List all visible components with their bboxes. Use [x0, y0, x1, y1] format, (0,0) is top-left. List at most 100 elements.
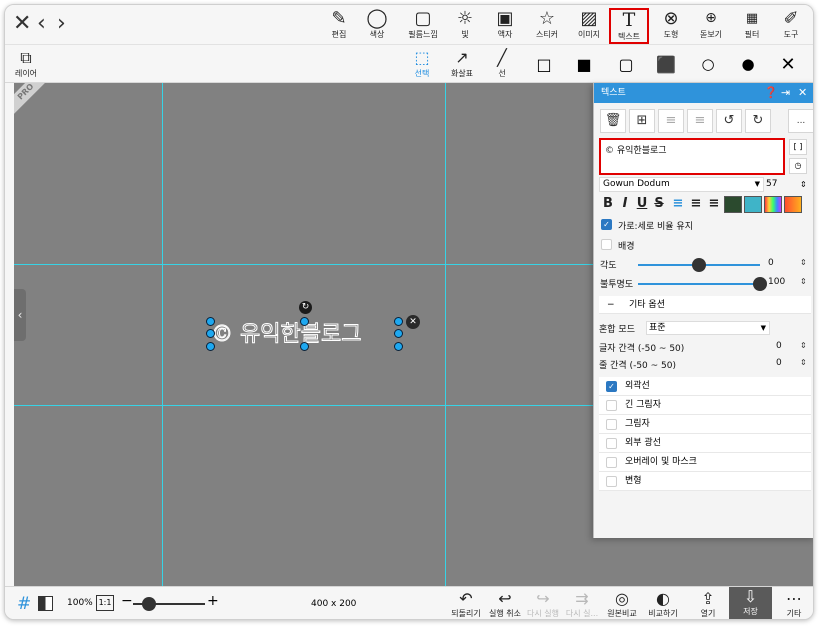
select-tool[interactable]: ⬚ 선택 [405, 48, 439, 82]
layer-button[interactable]: ⧉ 레이어 [9, 48, 43, 82]
resize-handle[interactable] [206, 329, 215, 338]
redo-all-button[interactable]: ⇉ 다시 실... [562, 589, 602, 619]
bracket-button[interactable]: [ ] [789, 139, 807, 155]
tool-tools[interactable]: ✐ 도구 [771, 8, 811, 44]
font-select[interactable]: Gowun Dodum ▼ [599, 177, 764, 192]
redo-button[interactable]: ↪ 다시 실행 [523, 589, 563, 619]
gradient-swatch[interactable] [784, 196, 802, 213]
resize-handle[interactable] [206, 342, 215, 351]
expand-panel-handle[interactable]: ‹ [14, 289, 26, 341]
tool-frame[interactable]: ▣ 액자 [485, 8, 525, 44]
duplicate-icon[interactable]: ⊞ [629, 109, 655, 133]
close-panel-icon[interactable]: ✕ [798, 83, 807, 103]
forward-icon[interactable]: › [57, 11, 66, 37]
align-right-icon[interactable]: ≡ [707, 196, 721, 212]
split-view-icon[interactable] [38, 596, 53, 611]
open-button[interactable]: ⇪ 열기 [691, 589, 725, 619]
tool-edit[interactable]: ✎ 편집 [319, 8, 359, 44]
color-picker-icon[interactable] [764, 196, 782, 213]
keep-ratio-checkbox[interactable]: ✓ [601, 219, 612, 230]
option-transform[interactable]: 변형 [599, 472, 811, 491]
more-options-section[interactable]: − 기타 옵션 [599, 296, 811, 314]
zoom-out-icon[interactable]: − [121, 593, 133, 609]
stepper-icon[interactable]: ⇕ [800, 258, 807, 267]
resize-handle[interactable] [300, 342, 309, 351]
overlay-mask-checkbox[interactable] [606, 457, 617, 468]
compare-original-icon: ◎ [615, 589, 629, 608]
grid-icon[interactable]: # [17, 594, 31, 614]
back-icon[interactable]: ‹ [37, 11, 46, 37]
rotate-right-icon[interactable]: ↻ [745, 109, 771, 133]
underline-icon[interactable]: U [635, 196, 649, 212]
option-outline[interactable]: ✓ 외곽선 [599, 377, 811, 396]
resize-handle[interactable] [394, 317, 403, 326]
stepper-icon[interactable]: ⇕ [800, 358, 807, 367]
stroke-color-swatch[interactable] [744, 196, 762, 213]
one-to-one-button[interactable]: 1:1 [96, 595, 114, 611]
rotate-left-icon[interactable]: ↺ [716, 109, 742, 133]
bold-icon[interactable]: B [601, 196, 615, 212]
tool-color[interactable]: ◯ 색상 [357, 8, 397, 44]
align-left-icon[interactable]: ≡ [671, 196, 685, 212]
zoom-slider-knob[interactable] [142, 597, 156, 611]
font-size-field[interactable]: 57 ⇕ [766, 177, 807, 192]
opacity-slider-knob[interactable] [753, 277, 767, 291]
undo-button[interactable]: ↩ 실행 취소 [486, 589, 524, 619]
italic-icon[interactable]: I [618, 196, 632, 212]
delete-object-icon[interactable]: ✕ [406, 315, 420, 329]
option-shadow[interactable]: 그림자 [599, 415, 811, 434]
shadow-checkbox[interactable] [606, 419, 617, 430]
tool-magnifier[interactable]: ⊕ 돋보기 [691, 8, 731, 44]
transform-checkbox[interactable] [606, 476, 617, 487]
layers-icon: ⧉ [20, 48, 32, 67]
tool-text[interactable]: T 텍스트 [609, 8, 649, 44]
help-icon[interactable]: ❓ [764, 83, 778, 103]
tool-filter[interactable]: ▦ 필터 [732, 8, 772, 44]
zoom-in-icon[interactable]: + [207, 593, 219, 609]
stepper-icon[interactable]: ⇕ [800, 177, 807, 192]
opacity-slider[interactable] [638, 283, 760, 285]
background-checkbox[interactable] [601, 239, 612, 250]
more-button[interactable]: ⋯ 기타 [777, 589, 811, 619]
revert-button[interactable]: ↶ 되돌리기 [447, 589, 485, 619]
stepper-icon[interactable]: ⇕ [800, 341, 807, 350]
tool-light[interactable]: ☼ 빛 [445, 8, 485, 44]
blend-mode-select[interactable]: 표준 ▼ [646, 321, 770, 335]
bring-forward-icon[interactable]: ≡ [658, 109, 684, 133]
option-overlay-mask[interactable]: 오버레이 및 마스크 [599, 453, 811, 472]
resize-handle[interactable] [300, 317, 309, 326]
save-icon: ⇩ [743, 587, 758, 606]
option-outer-glow[interactable]: 외부 광선 [599, 434, 811, 453]
compare-icon: ◐ [656, 589, 670, 608]
resize-handle[interactable] [394, 342, 403, 351]
compare-button[interactable]: ◐ 비교하기 [643, 589, 683, 619]
resize-handle[interactable] [394, 329, 403, 338]
text-color-swatch[interactable] [724, 196, 742, 213]
close-icon[interactable]: ✕ [13, 11, 31, 37]
outer-glow-checkbox[interactable] [606, 438, 617, 449]
tool-sticker[interactable]: ☆ 스티커 [527, 8, 567, 44]
compare-original-button[interactable]: ◎ 원본비교 [602, 589, 642, 619]
tool-shape[interactable]: ⊗ 도형 [651, 8, 691, 44]
angle-slider-knob[interactable] [692, 258, 706, 272]
more-options-button[interactable]: ... [788, 109, 813, 133]
outline-checkbox[interactable]: ✓ [606, 381, 617, 392]
option-long-shadow[interactable]: 긴 그림자 [599, 396, 811, 415]
stepper-icon[interactable]: ⇕ [800, 277, 807, 286]
tool-image[interactable]: ▨ 이미지 [569, 8, 609, 44]
text-input[interactable]: © 유익한블로그 [599, 138, 785, 175]
align-center-icon[interactable]: ≡ [689, 196, 703, 212]
redo-all-icon: ⇉ [575, 589, 589, 608]
arrow-tool[interactable]: ↗ 화살표 [445, 48, 479, 82]
resize-handle[interactable] [206, 317, 215, 326]
send-backward-icon[interactable]: ≡ [687, 109, 713, 133]
long-shadow-checkbox[interactable] [606, 400, 617, 411]
line-tool[interactable]: ╱ 선 [485, 48, 519, 82]
tool-film[interactable]: ▢ 필름느낌 [403, 8, 443, 44]
clock-icon[interactable]: ◷ [789, 158, 807, 174]
strikethrough-icon[interactable]: S [652, 196, 666, 212]
rotate-handle-icon[interactable]: ↻ [299, 301, 312, 314]
save-button[interactable]: ⇩ 저장 [729, 587, 772, 619]
trash-icon[interactable]: 🗑 [600, 109, 626, 133]
pin-icon[interactable]: ⇥ [781, 83, 790, 103]
